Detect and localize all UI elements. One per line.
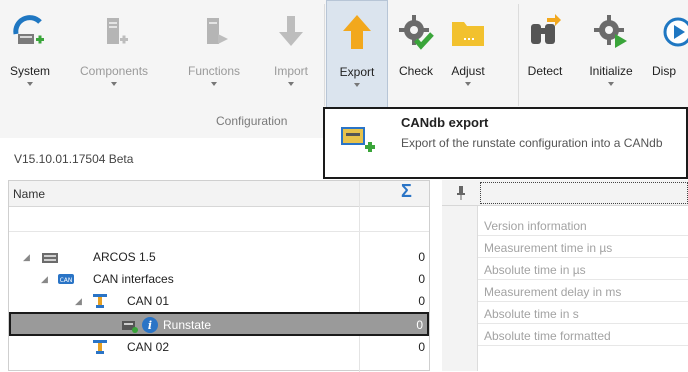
adjust-icon bbox=[448, 12, 488, 52]
tree-row-can01[interactable]: ◢ CAN 01 0 bbox=[9, 291, 429, 311]
component-tree: Name Σ ◢ ARCOS 1.5 0 ◢ CAN CAN interface… bbox=[8, 180, 430, 372]
tree-row-count: 0 bbox=[418, 250, 425, 264]
property-panel: Version information Measurement time in … bbox=[442, 180, 688, 371]
chevron-down-icon bbox=[288, 82, 294, 86]
svg-text:i: i bbox=[148, 319, 152, 332]
svg-text:CAN: CAN bbox=[60, 277, 73, 284]
import-icon bbox=[271, 12, 311, 52]
tree-row-can02[interactable]: CAN 02 0 bbox=[9, 337, 429, 357]
detect-button[interactable]: Detect bbox=[522, 0, 568, 110]
ribbon-separator bbox=[518, 4, 519, 106]
chevron-down-icon bbox=[211, 82, 217, 86]
initialize-icon bbox=[591, 12, 631, 52]
tree-row-count: 0 bbox=[418, 294, 425, 308]
focused-header-cell[interactable] bbox=[480, 182, 688, 204]
chevron-down-icon bbox=[465, 82, 471, 86]
property-row[interactable]: Absolute time formatted bbox=[478, 324, 688, 346]
tree-row-count: 0 bbox=[418, 272, 425, 286]
import-label: Import bbox=[273, 64, 308, 78]
display-icon bbox=[658, 12, 688, 52]
chevron-down-icon bbox=[354, 83, 360, 87]
components-label: Components bbox=[79, 64, 149, 78]
functions-button[interactable]: Functions bbox=[184, 0, 244, 110]
row-header-gutter bbox=[442, 206, 478, 371]
row-divider bbox=[9, 231, 429, 232]
version-status: V15.10.01.17504 Beta bbox=[14, 152, 134, 166]
components-icon bbox=[94, 12, 134, 52]
detect-icon bbox=[525, 12, 565, 52]
adjust-button[interactable]: Adjust bbox=[442, 0, 494, 110]
initialize-button[interactable]: Initialize bbox=[584, 0, 638, 110]
device-icon bbox=[41, 248, 59, 266]
chevron-down-icon bbox=[608, 82, 614, 86]
property-label: Measurement time in µs bbox=[484, 241, 613, 255]
tree-row-count: 0 bbox=[418, 340, 425, 354]
expand-arrow-icon[interactable]: ◢ bbox=[23, 252, 30, 263]
tree-row-count: 0 bbox=[416, 318, 423, 332]
property-label: Version information bbox=[484, 219, 587, 233]
tree-row-label: CAN 02 bbox=[127, 340, 170, 354]
runstate-icon bbox=[121, 316, 139, 334]
chevron-down-icon bbox=[111, 82, 117, 86]
check-button[interactable]: Check bbox=[392, 0, 440, 110]
property-row[interactable]: Measurement time in µs bbox=[478, 236, 688, 258]
tree-row-runstate[interactable]: i Runstate 0 bbox=[9, 312, 429, 336]
property-label: Absolute time in µs bbox=[484, 263, 586, 277]
can-interface-icon: CAN bbox=[57, 270, 75, 288]
tree-row-label: Runstate bbox=[163, 318, 212, 332]
tree-row-label: CAN 01 bbox=[127, 294, 170, 308]
sum-icon[interactable]: Σ bbox=[401, 181, 412, 202]
export-icon bbox=[337, 13, 377, 53]
initialize-label: Initialize bbox=[589, 64, 633, 78]
export-label: Export bbox=[339, 65, 375, 79]
pin-icon[interactable] bbox=[456, 186, 466, 203]
expand-arrow-icon[interactable]: ◢ bbox=[41, 274, 48, 285]
tree-row-can-interfaces[interactable]: ◢ CAN CAN interfaces 0 bbox=[9, 269, 429, 289]
group-label-configuration: Configuration bbox=[216, 114, 288, 128]
property-row[interactable]: Absolute time in µs bbox=[478, 258, 688, 280]
property-row[interactable]: Measurement delay in ms bbox=[478, 280, 688, 302]
property-row[interactable]: Absolute time in s bbox=[478, 302, 688, 324]
export-button[interactable]: Export bbox=[326, 0, 388, 110]
functions-icon bbox=[194, 12, 234, 52]
tree-row-arcos[interactable]: ◢ ARCOS 1.5 0 bbox=[9, 247, 429, 267]
functions-label: Functions bbox=[187, 64, 241, 78]
property-label: Absolute time in s bbox=[484, 307, 579, 321]
property-row[interactable]: Version information bbox=[478, 214, 688, 236]
export-tooltip: CANdb export Export of the runstate conf… bbox=[323, 107, 688, 179]
property-label: Measurement delay in ms bbox=[484, 285, 622, 299]
system-icon bbox=[10, 12, 50, 52]
check-label: Check bbox=[398, 64, 433, 78]
ribbon-separator bbox=[324, 4, 325, 106]
display-label: Disp bbox=[652, 64, 677, 78]
import-button[interactable]: Import bbox=[266, 0, 316, 110]
check-icon bbox=[396, 12, 436, 52]
property-header bbox=[442, 180, 688, 206]
can-bus-icon bbox=[91, 292, 109, 310]
candb-export-icon bbox=[339, 121, 379, 161]
property-label: Absolute time formatted bbox=[484, 329, 611, 343]
tooltip-description: Export of the runstate configuration int… bbox=[401, 136, 663, 150]
components-button[interactable]: Components bbox=[80, 0, 148, 110]
info-icon: i bbox=[141, 316, 159, 334]
expand-arrow-icon[interactable]: ◢ bbox=[75, 296, 82, 307]
tooltip-title: CANdb export bbox=[401, 115, 489, 130]
display-button[interactable]: Disp bbox=[652, 0, 688, 110]
system-label: System bbox=[9, 64, 50, 78]
column-header-name[interactable]: Name bbox=[13, 187, 45, 201]
tree-row-label: ARCOS 1.5 bbox=[93, 250, 156, 264]
system-button[interactable]: System bbox=[4, 0, 56, 110]
adjust-label: Adjust bbox=[451, 64, 485, 78]
can-bus-icon bbox=[91, 338, 109, 356]
detect-label: Detect bbox=[527, 64, 563, 78]
tree-row-label: CAN interfaces bbox=[93, 272, 174, 286]
chevron-down-icon bbox=[27, 82, 33, 86]
tree-header: Name Σ bbox=[9, 181, 429, 207]
